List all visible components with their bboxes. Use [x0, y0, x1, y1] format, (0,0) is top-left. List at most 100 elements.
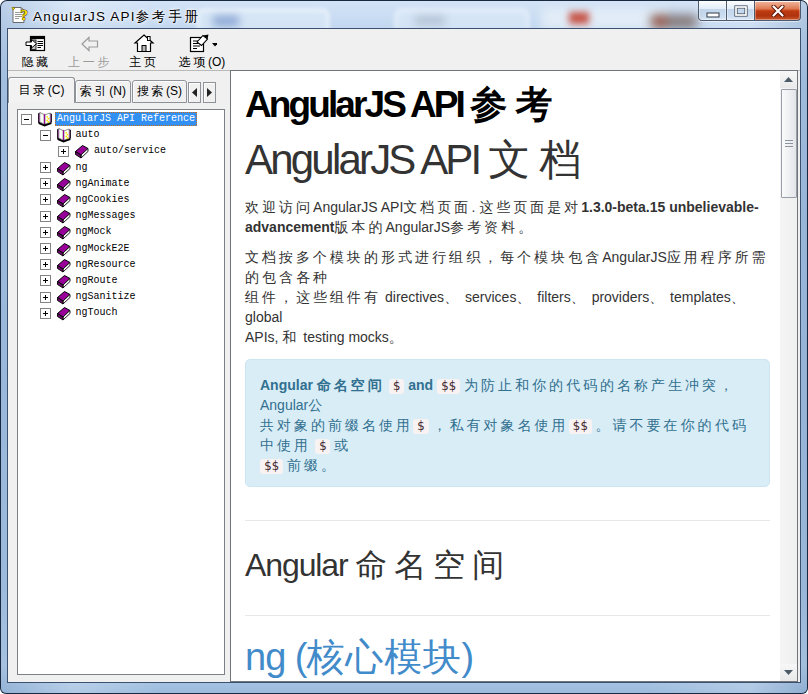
tab-index[interactable]: 索引(N): [75, 80, 131, 103]
back-label: 上一步: [68, 55, 112, 69]
section-title: Angular 命名空间: [245, 548, 770, 583]
tree-item-label: ngAnimate: [74, 177, 132, 191]
expander-icon[interactable]: [40, 292, 51, 303]
blurred-tab-3: [541, 8, 667, 29]
contents-tree: AngularJS API Reference: [17, 109, 225, 675]
paragraph-line: 文档按多个模块的形式进行组织，每个模块包含AngularJS应用程序所需的包含各…: [245, 247, 770, 287]
home-label: 主页: [129, 55, 158, 69]
left-arrow-icon: [192, 88, 197, 97]
divider: [245, 615, 770, 616]
options-button[interactable]: 选项(O): [172, 30, 232, 70]
maximize-icon: [734, 5, 748, 17]
toolbar: 隐藏 上一步 主页: [8, 29, 800, 71]
tree-item-label: ngSanitize: [74, 290, 138, 304]
expander-icon[interactable]: [40, 227, 51, 238]
tree-item-label: ngMock: [74, 225, 114, 239]
tree-item-label: auto: [74, 128, 102, 142]
blurred-smudge-red2: [653, 17, 667, 26]
book-closed-icon: [56, 305, 72, 321]
tree-item[interactable]: ngAnimate: [18, 176, 224, 192]
expander-icon[interactable]: [40, 308, 51, 319]
tree-item-label: ngMockE2E: [74, 242, 132, 256]
titlebar[interactable]: ? AngularJS API参考手册: [1, 1, 807, 29]
doc-paragraph-2: 文档按多个模块的形式进行组织，每个模块包含AngularJS应用程序所需的包含各…: [245, 247, 770, 347]
home-button[interactable]: 主页: [121, 30, 167, 70]
alert-line: Angular 命名空间 $ and $$ 为防止和你的代码的名称产生冲突，An…: [260, 375, 755, 415]
tree-item[interactable]: AngularJS API Reference: [18, 111, 224, 127]
tree-item[interactable]: ngSanitize: [18, 289, 224, 305]
tab-scroll-left-button[interactable]: [188, 82, 201, 103]
module-title-link[interactable]: ng (核心模块): [245, 636, 770, 678]
maximize-button[interactable]: [727, 1, 755, 21]
minimize-button[interactable]: [698, 1, 727, 21]
book-open-icon: [37, 111, 53, 127]
blurred-smudge-gray: [415, 16, 445, 25]
tree-item[interactable]: ngMessages: [18, 208, 224, 224]
tree-item[interactable]: auto: [18, 127, 224, 143]
book-closed-icon: [56, 289, 72, 305]
scroll-up-button[interactable]: [780, 71, 797, 88]
tab-contents-label: 目录(C): [19, 82, 65, 99]
blurred-smudge-blue: [213, 16, 239, 26]
expander-icon[interactable]: [21, 114, 32, 125]
tree-item-label: auto/service: [92, 144, 168, 158]
doc-page-title: AngularJS API 文档: [245, 137, 770, 183]
document: AngularJS API 参考 AngularJS API 文档 欢迎访问An…: [231, 71, 780, 681]
expander-icon[interactable]: [40, 211, 51, 222]
help-viewer-window: ? AngularJS API参考手册: [0, 0, 808, 694]
book-closed-icon: [56, 192, 72, 208]
tree-item[interactable]: ngResource: [18, 257, 224, 273]
tab-search[interactable]: 搜索(S): [132, 80, 187, 103]
down-arrow-icon: [784, 670, 793, 675]
expander-icon[interactable]: [40, 243, 51, 254]
back-button[interactable]: 上一步: [67, 30, 113, 70]
alert-line: 共对象的前缀名使用$ ，私有对象名使用$$ 。请不要在你的代码中使用 $ 或: [260, 415, 755, 455]
content-pane: AngularJS API 参考 AngularJS API 文档 欢迎访问An…: [230, 70, 798, 682]
book-open-icon: [56, 127, 72, 143]
expander-icon[interactable]: [40, 162, 51, 173]
hide-window-icon: [25, 33, 47, 54]
expander-icon[interactable]: [40, 275, 51, 286]
book-closed-icon: [56, 257, 72, 273]
tree-item-label: ngRoute: [74, 274, 120, 288]
book-closed-icon: [56, 273, 72, 289]
vertical-scrollbar[interactable]: [780, 71, 797, 681]
tree-item[interactable]: ngTouch: [18, 305, 224, 321]
tree-item[interactable]: ngCookies: [18, 192, 224, 208]
expander-icon[interactable]: [40, 130, 51, 141]
tree-item-label: ngCookies: [74, 193, 132, 207]
tree-item[interactable]: ng: [18, 160, 224, 176]
close-icon: [770, 5, 785, 17]
back-arrow-icon: [80, 33, 100, 54]
expander-icon[interactable]: [40, 259, 51, 270]
minimize-icon: [706, 9, 720, 19]
hide-label: 隐藏: [21, 55, 50, 69]
tab-contents[interactable]: 目录(C): [8, 77, 75, 103]
up-arrow-icon: [784, 77, 793, 82]
right-arrow-icon: [207, 88, 212, 97]
tree-item[interactable]: auto/service: [18, 143, 224, 159]
tree-item[interactable]: ngRoute: [18, 273, 224, 289]
paragraph-line: 欢迎访问AngularJS API文档页面. 这些页面是对1.3.0-beta.…: [245, 197, 770, 217]
thumb-grip: [785, 140, 793, 148]
home-icon: [133, 33, 155, 54]
book-closed-icon: [56, 224, 72, 240]
tree-item-label: ng: [74, 161, 90, 175]
tab-scroll-right-button[interactable]: [203, 82, 216, 103]
close-button[interactable]: [755, 1, 801, 21]
hide-button[interactable]: 隐藏: [13, 30, 59, 70]
tree-item[interactable]: ngMock: [18, 224, 224, 240]
expander-icon[interactable]: [58, 146, 69, 157]
tree-item-label: ngMessages: [74, 209, 138, 223]
tree-item[interactable]: ngMockE2E: [18, 241, 224, 257]
tab-index-label: 索引(N): [80, 83, 126, 100]
expander-icon[interactable]: [40, 194, 51, 205]
options-label: 选项(O): [179, 55, 226, 69]
scroll-down-button[interactable]: [780, 664, 797, 681]
options-icon: [187, 33, 217, 54]
divider: [245, 520, 770, 521]
tree-item-label: AngularJS API Reference: [55, 112, 197, 126]
expander-icon[interactable]: [40, 178, 51, 189]
scrollbar-thumb[interactable]: [781, 89, 797, 198]
tree-item-label: ngResource: [74, 258, 138, 272]
